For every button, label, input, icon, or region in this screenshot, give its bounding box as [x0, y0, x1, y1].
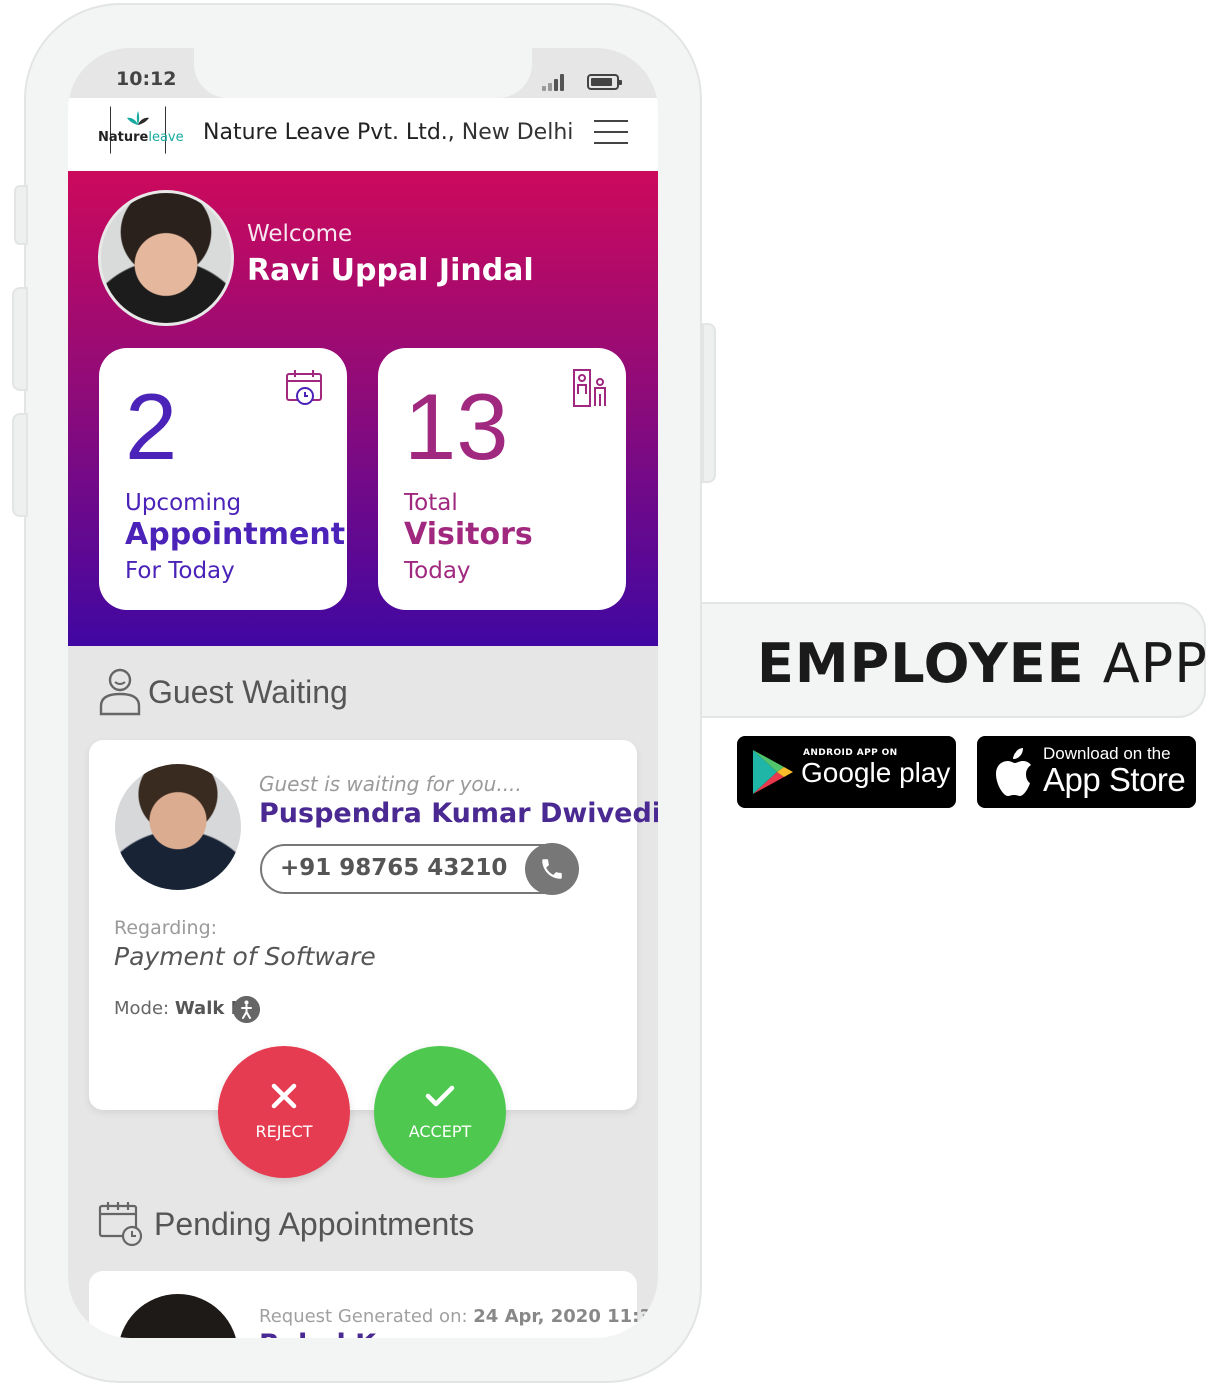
logo-text-leave: leave — [148, 130, 184, 145]
call-button[interactable] — [525, 843, 579, 895]
welcome-label: Welcome — [247, 221, 353, 247]
phone-power-button — [702, 323, 716, 483]
appointment-label-2: Appointment — [125, 517, 346, 552]
walking-person-icon — [233, 996, 260, 1023]
guest-waiting-title: Guest Waiting — [148, 674, 348, 710]
nature-leave-logo: Natureleave — [96, 106, 184, 158]
hamburger-menu-icon[interactable] — [594, 120, 630, 146]
user-avatar[interactable] — [98, 190, 234, 326]
leaf-icon — [127, 111, 149, 125]
visitor-label-2: Visitors — [404, 517, 533, 552]
phone-volume-down — [12, 413, 28, 517]
logo-text-nature: Nature — [98, 130, 149, 145]
employee-app-title-bold: EMPLOYEE — [757, 632, 1085, 695]
appointment-count: 2 — [125, 374, 178, 479]
employee-app-banner: EMPLOYEE APP — [702, 602, 1208, 718]
visitor-label-1: Total — [404, 490, 458, 516]
guest-card: Guest is waiting for you.... Puspendra K… — [89, 740, 658, 1110]
employee-app-title: EMPLOYEE APP — [757, 632, 1208, 695]
pending-appointments-title: Pending Appointments — [154, 1206, 475, 1242]
apple-icon — [996, 748, 1031, 796]
company-name: Nature Leave Pvt. Ltd., — [203, 120, 455, 145]
request-date: 24 Apr, 2020 11:35 AM — [473, 1306, 658, 1327]
app-store-badge[interactable]: Download on the App Store — [977, 736, 1196, 808]
visitors-security-icon — [573, 369, 606, 407]
phone-screen: Natureleave Nature Leave Pvt. Ltd., New … — [68, 48, 658, 1338]
close-icon — [271, 1083, 297, 1109]
appointment-label-3: For Today — [125, 558, 235, 584]
person-icon — [99, 668, 141, 716]
guest-phone-number: +91 98765 43210 — [280, 855, 508, 881]
request-label: Request Generated on: — [259, 1306, 468, 1327]
phone-volume-up — [12, 287, 28, 391]
guest-waiting-text: Guest is waiting for you.... — [259, 772, 522, 796]
regarding-label: Regarding: — [114, 917, 218, 939]
user-name: Ravi Uppal Jindal — [247, 253, 534, 288]
google-play-icon — [753, 750, 793, 794]
google-play-big-text: Google play — [801, 757, 951, 788]
guest-name: Puspendra Kumar Dwivedi — [259, 798, 658, 829]
calendar-clock-icon — [286, 370, 322, 405]
total-visitors-card[interactable]: 13 Total Visitors Today — [378, 348, 626, 610]
mode-label: Mode: — [114, 998, 170, 1019]
welcome-hero: Welcome Ravi Uppal Jindal 2 Upcoming App… — [68, 171, 658, 646]
company-label: Nature Leave Pvt. Ltd., New Delhi — [203, 120, 573, 145]
calendar-clock-icon — [98, 1202, 143, 1247]
phone-mute-switch — [14, 185, 28, 245]
app-store-big-text: App Store — [1043, 761, 1186, 798]
battery-icon — [587, 74, 622, 90]
request-generated-row: Request Generated on: 24 Apr, 2020 11:35… — [259, 1306, 658, 1327]
app-header: Natureleave Nature Leave Pvt. Ltd., New … — [68, 98, 658, 171]
mode-row: Mode: Walk In — [114, 998, 250, 1019]
logo-text: Natureleave — [98, 130, 184, 145]
regarding-value: Payment of Software — [114, 942, 376, 971]
phone-icon — [542, 859, 562, 879]
reject-button[interactable]: REJECT — [218, 1046, 350, 1178]
google-play-badge[interactable]: ANDROID APP ON Google play — [737, 736, 956, 808]
reject-label: REJECT — [255, 1122, 313, 1141]
pending-avatar — [118, 1294, 238, 1338]
accept-label: ACCEPT — [408, 1122, 472, 1141]
appointment-label-1: Upcoming — [125, 490, 242, 516]
visitor-label-3: Today — [404, 558, 471, 584]
pending-name: Rahul K — [259, 1329, 376, 1338]
guest-avatar — [115, 764, 241, 890]
phone-notch — [194, 48, 532, 98]
upcoming-appointments-card[interactable]: 2 Upcoming Appointment For Today — [99, 348, 347, 610]
status-time: 10:12 — [116, 68, 177, 90]
visitor-count: 13 — [404, 374, 509, 479]
accept-button[interactable]: ACCEPT — [374, 1046, 506, 1178]
check-icon — [425, 1085, 455, 1107]
pending-appointment-card[interactable]: Request Generated on: 24 Apr, 2020 11:35… — [89, 1271, 658, 1338]
guest-phone-field: +91 98765 43210 — [260, 843, 579, 895]
signal-icon — [542, 73, 570, 91]
company-city: New Delhi — [461, 120, 574, 145]
employee-app-title-light: APP — [1102, 632, 1208, 695]
